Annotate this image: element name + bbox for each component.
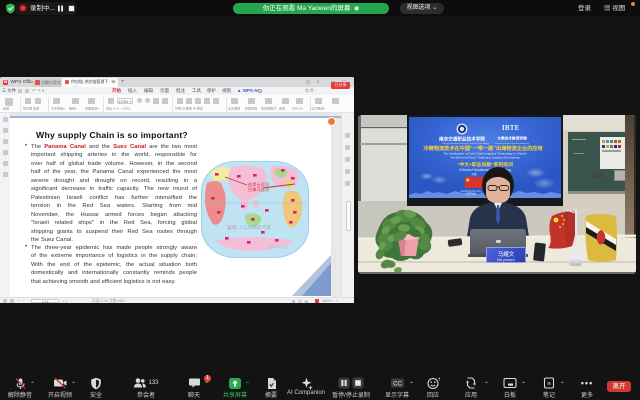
svg-text:CC: CC: [393, 382, 402, 388]
svg-text:≡: ≡: [547, 381, 551, 387]
svg-text:巴拿马运河: 巴拿马运河: [248, 186, 270, 193]
svg-text:仅供学习交流: 仅供学习交流: [267, 244, 288, 249]
svg-text:+: +: [437, 377, 439, 383]
svg-text:运河:: 运河:: [227, 224, 237, 231]
svg-text:人工修筑的河道: 人工修筑的河道: [239, 224, 271, 231]
